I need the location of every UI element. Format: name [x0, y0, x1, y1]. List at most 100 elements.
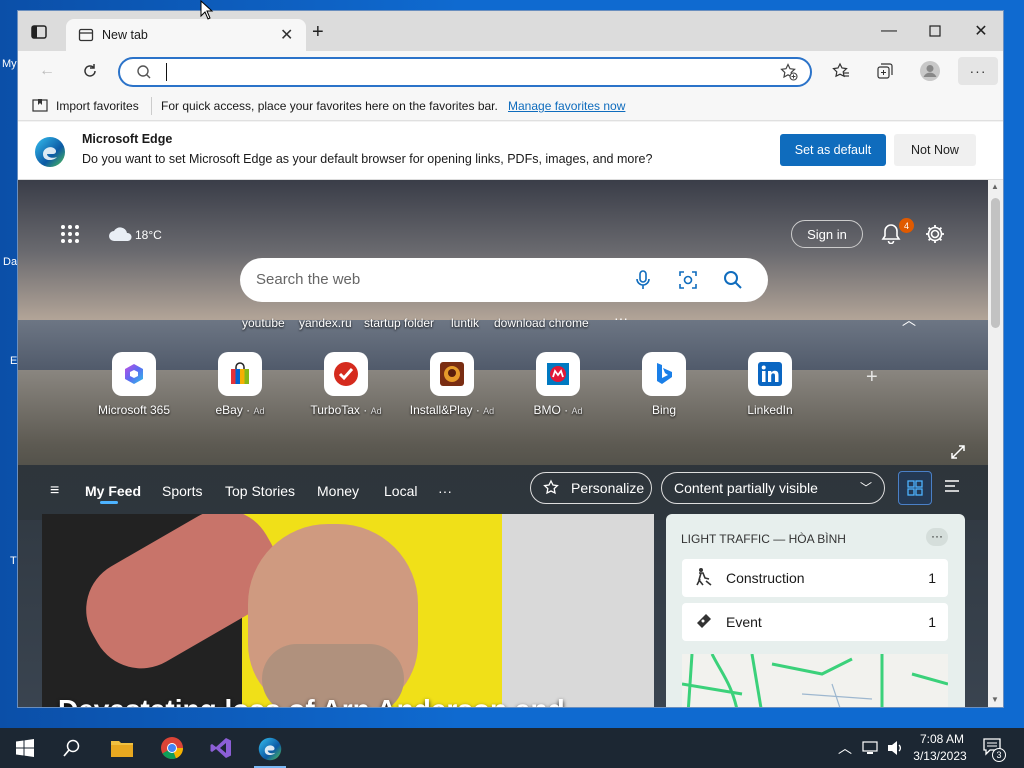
personalize-button[interactable]: Personalize — [530, 472, 652, 504]
traffic-row-construction[interactable]: Construction 1 — [682, 559, 948, 597]
add-favorite-icon[interactable] — [780, 63, 798, 84]
weather-temperature[interactable]: 18°C — [135, 228, 162, 242]
search-suggestion[interactable]: download chrome — [494, 316, 589, 330]
traffic-more-options-icon[interactable]: ··· — [926, 528, 948, 546]
new-tab-button[interactable]: + — [312, 22, 324, 42]
more-suggestions-icon[interactable]: ··· — [614, 310, 628, 326]
action-center-badge: 3 — [992, 748, 1006, 762]
collections-icon[interactable] — [870, 57, 900, 85]
traffic-row-event[interactable]: Event 1 — [682, 603, 948, 641]
mouse-cursor-icon — [200, 0, 214, 23]
profile-avatar-icon[interactable] — [915, 57, 945, 85]
visual-search-icon[interactable] — [678, 270, 698, 293]
quick-link-bing[interactable] — [642, 352, 686, 396]
minimize-icon[interactable]: — — [866, 11, 912, 51]
windows-logo-icon — [16, 739, 34, 757]
grid-layout-button[interactable] — [898, 471, 932, 505]
expand-icon[interactable] — [950, 444, 966, 463]
web-search-box[interactable]: Search the web — [240, 258, 768, 302]
construction-worker-icon — [694, 567, 714, 590]
quick-link-label: LinkedIn — [720, 403, 820, 417]
feed-tab-local[interactable]: Local — [384, 483, 417, 499]
app-launcher-icon[interactable] — [60, 224, 80, 247]
file-explorer-icon[interactable] — [106, 732, 138, 764]
grid-view-icon — [907, 480, 923, 496]
traffic-map[interactable] — [682, 654, 948, 707]
favorites-icon[interactable] — [826, 57, 856, 85]
scrollbar-thumb[interactable] — [991, 198, 1000, 328]
toolbar: ← ··· — [18, 51, 1003, 91]
collapse-chevron-up-icon[interactable]: ︿ — [902, 310, 916, 330]
linkedin-logo-icon — [758, 362, 782, 386]
show-hidden-icons-chevron-icon[interactable]: ︿ — [838, 738, 852, 758]
refresh-icon[interactable] — [75, 57, 105, 85]
quick-link-ebay[interactable] — [218, 352, 262, 396]
list-layout-icon[interactable] — [944, 478, 960, 497]
news-card-image[interactable]: Devastating loss of Arn Anderson and — [42, 514, 654, 707]
feed-tab-money[interactable]: Money — [317, 483, 359, 499]
feed-tab-top-stories[interactable]: Top Stories — [225, 483, 295, 499]
taskbar-search-icon[interactable] — [56, 732, 88, 764]
start-button[interactable] — [9, 732, 41, 764]
microphone-icon[interactable] — [636, 270, 650, 293]
hamburger-menu-icon[interactable]: ≡ — [50, 482, 59, 500]
quick-link-installplay[interactable] — [430, 352, 474, 396]
desktop-icon-label[interactable]: Da — [3, 256, 17, 268]
not-now-button[interactable]: Not Now — [894, 134, 976, 166]
bing-logo-icon — [657, 363, 672, 384]
image-light-area — [502, 514, 654, 707]
ad-badge: Ad — [483, 406, 495, 416]
scroll-up-icon[interactable]: ▲ — [991, 182, 999, 191]
edge-taskbar-icon[interactable] — [254, 732, 286, 768]
search-suggestion[interactable]: yandex.ru — [299, 316, 352, 330]
manage-favorites-link[interactable]: Manage favorites now — [508, 99, 625, 113]
content-visibility-dropdown[interactable]: Content partially visible ﹀ — [661, 472, 885, 504]
search-suggestion[interactable]: youtube — [242, 316, 285, 330]
address-bar[interactable] — [118, 57, 812, 87]
quick-link-linkedin[interactable] — [748, 352, 792, 396]
tab-new-tab[interactable]: New tab ✕ — [66, 19, 306, 51]
set-as-default-button[interactable]: Set as default — [780, 134, 886, 166]
scroll-down-icon[interactable]: ▼ — [991, 695, 999, 704]
desktop-icon-label[interactable]: My — [2, 58, 17, 70]
sign-in-button[interactable]: Sign in — [791, 220, 863, 248]
volume-icon[interactable] — [887, 740, 905, 759]
quick-link-name: LinkedIn — [747, 403, 793, 417]
feed-tab-sports[interactable]: Sports — [162, 483, 202, 499]
desktop-icon-label[interactable]: T — [10, 555, 17, 567]
cloud-icon — [108, 226, 134, 245]
gear-icon[interactable] — [924, 223, 946, 248]
traffic-label: Event — [726, 614, 762, 630]
page-scrollbar[interactable]: ▲ ▼ — [988, 180, 1003, 707]
quick-link-bmo[interactable] — [536, 352, 580, 396]
close-window-icon[interactable]: ✕ — [958, 11, 1003, 51]
news-headline[interactable]: Devastating loss of Arn Anderson and — [58, 694, 565, 707]
settings-more-icon[interactable]: ··· — [958, 57, 998, 85]
search-submit-icon[interactable] — [723, 270, 743, 293]
maximize-icon[interactable] — [912, 11, 958, 51]
search-suggestion[interactable]: startup folder — [364, 316, 434, 330]
feed-tab-my-feed[interactable]: My Feed — [85, 483, 141, 499]
back-icon[interactable]: ← — [32, 57, 62, 85]
import-favorites-link[interactable]: Import favorites — [56, 99, 139, 113]
favorites-bar: Import favorites For quick access, place… — [18, 91, 1003, 121]
add-shortcut-icon[interactable]: + — [866, 366, 878, 389]
clock-date[interactable]: 3/13/2023 — [912, 749, 968, 763]
quick-link-name: BMO — [533, 403, 561, 417]
notification-badge: 4 — [899, 218, 914, 233]
visual-studio-icon[interactable] — [205, 732, 237, 764]
traffic-card[interactable]: LIGHT TRAFFIC — HÒA BÌNH ··· Constructio… — [666, 514, 965, 707]
infobar-title: Microsoft Edge — [82, 132, 173, 146]
quick-link-microsoft365[interactable] — [112, 352, 156, 396]
tab-actions-icon[interactable] — [28, 23, 50, 41]
quick-link-name: Install&Play — [409, 403, 473, 417]
quick-link-label: Install&Play · Ad — [409, 403, 495, 417]
traffic-count: 1 — [928, 614, 936, 630]
close-tab-icon[interactable]: ✕ — [280, 25, 293, 45]
chrome-icon[interactable] — [156, 732, 188, 764]
network-icon[interactable] — [862, 740, 880, 759]
more-feed-tabs-icon[interactable]: ··· — [438, 483, 452, 499]
clock-time[interactable]: 7:08 AM — [916, 732, 968, 746]
quick-link-turbotax[interactable] — [324, 352, 368, 396]
search-suggestion[interactable]: luntik — [451, 316, 479, 330]
